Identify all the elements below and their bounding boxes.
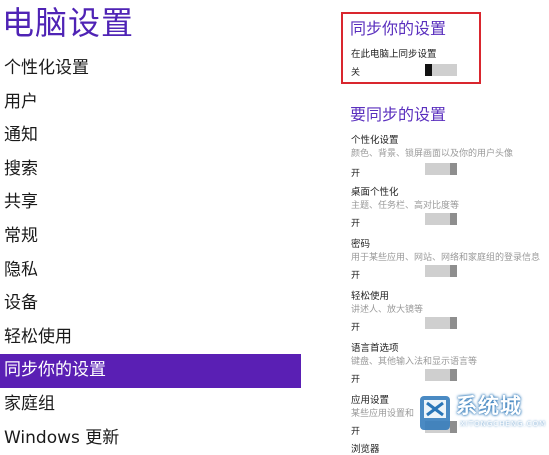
site-watermark: 系统城 XITONGCHENG.COM — [418, 384, 549, 448]
sync-desktop-personalization-toggle[interactable] — [425, 213, 457, 225]
sync-on-this-pc-toggle[interactable] — [425, 64, 457, 76]
sync-item-state: 开 — [351, 427, 361, 437]
nav-item-sync-settings[interactable]: 同步你的设置 — [0, 354, 301, 388]
sync-item-title: 语言首选项 — [351, 343, 399, 354]
sync-item-desc: 键盘、其他输入法和显示语言等 — [351, 357, 478, 367]
sync-item-title: 密码 — [351, 239, 371, 250]
nav-item-general[interactable]: 常规 — [0, 220, 301, 254]
sync-on-this-pc-title: 在此电脑上同步设置 — [351, 49, 437, 60]
nav-item-privacy[interactable]: 隐私 — [0, 254, 301, 288]
sync-language-preferences-toggle[interactable] — [425, 369, 457, 381]
watermark-text: 系统城 — [456, 393, 522, 418]
sync-heading: 同步你的设置 — [350, 19, 447, 38]
sync-item-title: 浏览器 — [351, 444, 380, 455]
nav-item-personalization[interactable]: 个性化设置 — [0, 52, 301, 86]
sync-item-state: 开 — [351, 375, 361, 385]
nav-item-devices[interactable]: 设备 — [0, 287, 301, 321]
sync-item-title: 轻松使用 — [351, 291, 390, 302]
sync-ease-of-access-toggle[interactable] — [425, 317, 457, 329]
watermark-logo-icon — [420, 396, 450, 430]
sync-item-state: 开 — [351, 271, 361, 281]
what-to-sync-heading: 要同步的设置 — [350, 105, 447, 124]
nav-item-users[interactable]: 用户 — [0, 86, 301, 120]
left-pane: 电脑设置 个性化设置 用户 通知 搜索 共享 常规 隐私 设备 轻松使用 同步你… — [0, 0, 301, 448]
sync-passwords-toggle[interactable] — [425, 265, 457, 277]
watermark-subtext: XITONGCHENG.COM — [460, 420, 547, 428]
toggle-thumb — [450, 369, 457, 381]
sync-item-desc: 颜色、背景、锁屏画面以及你的用户头像 — [351, 149, 514, 159]
toggle-thumb — [450, 317, 457, 329]
nav-item-homegroup[interactable]: 家庭组 — [0, 388, 301, 422]
toggle-thumb — [425, 64, 432, 76]
page-title: 电脑设置 — [2, 4, 135, 42]
nav-item-share[interactable]: 共享 — [0, 186, 301, 220]
sync-item-desc: 用于某些应用、网站、网络和家庭组的登录信息 — [351, 253, 541, 263]
sync-item-state: 开 — [351, 323, 361, 333]
sync-item-state: 开 — [351, 219, 361, 229]
sync-on-this-pc-state: 关 — [351, 68, 361, 78]
sync-item-desc: 某些应用设置和 — [351, 409, 415, 419]
sync-item-state: 开 — [351, 169, 361, 179]
sync-personalization-toggle[interactable] — [425, 163, 457, 175]
nav-item-notifications[interactable]: 通知 — [0, 119, 301, 153]
sync-item-title: 个性化设置 — [351, 135, 399, 146]
toggle-thumb — [450, 163, 457, 175]
toggle-thumb — [450, 265, 457, 277]
sync-item-desc: 主题、任务栏、高对比度等 — [351, 201, 460, 211]
nav-item-windows-update[interactable]: Windows 更新 — [0, 422, 301, 455]
toggle-thumb — [450, 213, 457, 225]
nav-item-ease-of-access[interactable]: 轻松使用 — [0, 321, 301, 355]
sync-item-desc: 讲述人、放大镜等 — [351, 305, 424, 315]
nav-list: 个性化设置 用户 通知 搜索 共享 常规 隐私 设备 轻松使用 同步你的设置 家… — [0, 52, 301, 455]
nav-item-search[interactable]: 搜索 — [0, 153, 301, 187]
sync-item-title: 应用设置 — [351, 395, 390, 406]
sync-item-title: 桌面个性化 — [351, 187, 399, 198]
